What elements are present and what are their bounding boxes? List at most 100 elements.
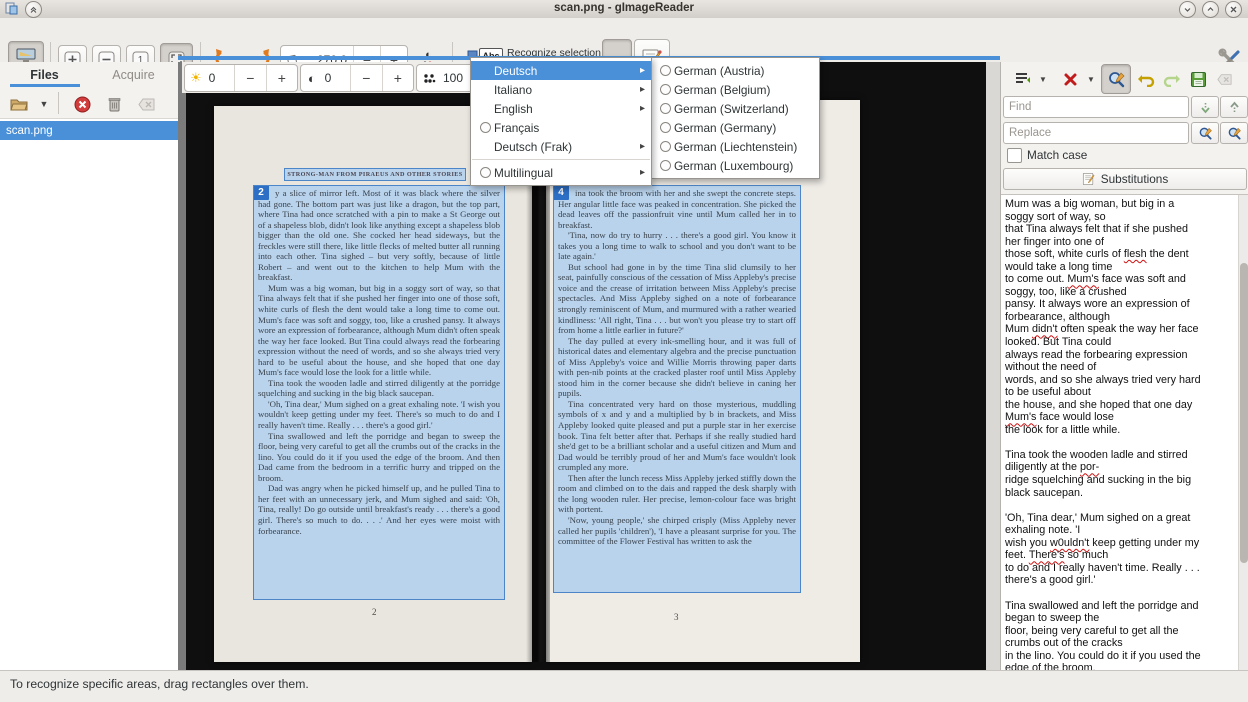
redo-button[interactable] xyxy=(1159,66,1185,92)
toolbar-separator xyxy=(58,92,59,114)
find-replace-toggle[interactable] xyxy=(1101,64,1131,94)
window-title: scan.png - gImageReader xyxy=(0,2,1248,14)
language-menu-item[interactable]: Deutsch (Frak)▸ xyxy=(471,137,651,156)
contrast-decrease[interactable]: − xyxy=(350,65,381,91)
output-text[interactable]: Mum was a big woman, but big in a soggy … xyxy=(1005,198,1235,687)
tab-acquire[interactable]: Acquire xyxy=(89,62,178,87)
replace-input[interactable] xyxy=(1003,122,1189,144)
sources-panel: Files Acquire ▼ xyxy=(0,62,179,670)
replace-button[interactable] xyxy=(1191,122,1219,144)
contrast-increase[interactable]: + xyxy=(382,65,413,91)
substitutions-button[interactable]: Substitutions xyxy=(1003,168,1247,190)
output-scrollbar[interactable] xyxy=(1238,195,1248,671)
redo-icon xyxy=(1163,72,1181,87)
output-text-area[interactable]: Mum was a big woman, but big in a soggy … xyxy=(1001,194,1248,670)
scanned-paragraph: Tina swallowed and left the porridge and… xyxy=(258,431,500,484)
maximize-button[interactable] xyxy=(1202,1,1219,18)
scan-edge-strip xyxy=(986,62,1000,670)
selection-region-2[interactable]: 2 y a slice of mirror left. Most of it w… xyxy=(253,185,505,600)
substitutions-label: Substitutions xyxy=(1101,172,1169,186)
radio-icon xyxy=(480,167,491,178)
insert-mode-dropdown[interactable]: ▼ xyxy=(1035,66,1051,92)
menu-item-label: Deutsch xyxy=(494,64,635,78)
menu-item-label: German (Switzerland) xyxy=(674,102,813,116)
find-input[interactable] xyxy=(1003,96,1189,118)
clear-files-button[interactable] xyxy=(132,91,160,117)
submenu-arrow-icon: ▸ xyxy=(635,141,645,152)
language-menu-item[interactable]: English▸ xyxy=(471,99,651,118)
find-prev-button[interactable] xyxy=(1220,96,1248,118)
save-icon xyxy=(1190,71,1207,88)
scanned-paragraph: Tina concentrated very hard on those mys… xyxy=(558,399,796,473)
file-list-item[interactable]: scan.png xyxy=(0,121,178,140)
language-menu-item[interactable]: Français xyxy=(471,118,651,137)
output-toolbar: ▼ ▼ xyxy=(1001,62,1248,94)
menu-item-label: German (Austria) xyxy=(674,64,813,78)
selection-region-4[interactable]: 4 ina took the broom with her and she sw… xyxy=(553,185,801,593)
replace-all-icon xyxy=(1227,126,1242,141)
contrast-value[interactable]: 0 xyxy=(323,65,351,91)
radio-icon xyxy=(660,141,671,152)
language-submenu-item[interactable]: German (Liechtenstein) xyxy=(651,137,819,156)
add-images-button[interactable] xyxy=(4,91,34,117)
scanned-paragraph: The day pulled at every ink-smelling hou… xyxy=(558,336,796,399)
add-images-dropdown[interactable]: ▼ xyxy=(34,91,54,117)
menu-item-label: German (Germany) xyxy=(674,121,813,135)
output-panel: ▼ ▼ xyxy=(1000,62,1248,670)
clear-output-button[interactable] xyxy=(1211,66,1237,92)
right-page-number: 3 xyxy=(674,612,679,622)
language-menu-item[interactable]: Italiano▸ xyxy=(471,80,651,99)
delete-file-button[interactable] xyxy=(100,91,128,117)
match-case-checkbox[interactable] xyxy=(1007,148,1022,163)
trash-icon xyxy=(107,96,122,113)
strip-linebreaks-dropdown[interactable]: ▼ xyxy=(1083,66,1099,92)
left-page-text: y a slice of mirror left. Most of it was… xyxy=(254,186,504,538)
language-menu-item[interactable]: Deutsch▸ xyxy=(471,61,651,80)
language-submenu-german: German (Austria) German (Belgium) German (… xyxy=(650,57,820,179)
statusbar: To recognize specific areas, drag rectan… xyxy=(0,670,1248,702)
chevron-down-icon: ▼ xyxy=(1039,75,1047,84)
contrast-control: ◐ 0 − + xyxy=(300,64,414,92)
language-submenu-item[interactable]: German (Belgium) xyxy=(651,80,819,99)
strip-linebreaks-button[interactable] xyxy=(1057,66,1083,92)
menu-item-label: Français xyxy=(494,121,635,135)
minimize-button[interactable] xyxy=(1179,1,1196,18)
radio-icon xyxy=(660,103,671,114)
close-button[interactable] xyxy=(1225,1,1242,18)
radio-icon xyxy=(660,122,671,133)
right-page-text: ina took the broom with her and she swep… xyxy=(554,186,800,549)
header-selection-region[interactable]: STRONG-MAN FROM PIRAEUS AND OTHER STORIE… xyxy=(284,168,466,181)
brightness-decrease[interactable]: − xyxy=(234,65,265,91)
language-menu-item[interactable]: Multilingual▸ xyxy=(471,163,651,182)
remove-file-button[interactable] xyxy=(68,91,96,117)
red-x-icon xyxy=(1063,72,1078,87)
titlebar: scan.png - gImageReader xyxy=(0,0,1248,19)
language-submenu-item[interactable]: German (Switzerland) xyxy=(651,99,819,118)
save-output-button[interactable] xyxy=(1185,66,1211,92)
submenu-arrow-icon: ▸ xyxy=(635,84,645,95)
brightness-increase[interactable]: + xyxy=(266,65,297,91)
language-submenu-item[interactable]: German (Germany) xyxy=(651,118,819,137)
undo-button[interactable] xyxy=(1133,66,1159,92)
find-next-button[interactable] xyxy=(1191,96,1219,118)
scanned-paragraph: ina took the broom with her and she swep… xyxy=(558,188,796,230)
language-submenu-item[interactable]: German (Austria) xyxy=(651,61,819,80)
menu-item-label: Multilingual xyxy=(494,166,635,180)
language-submenu-item[interactable]: German (Luxembourg) xyxy=(651,156,819,175)
chevron-down-icon: ▼ xyxy=(1087,75,1095,84)
insert-mode-button[interactable] xyxy=(1009,66,1037,92)
replace-all-button[interactable] xyxy=(1220,122,1248,144)
output-scrollbar-thumb[interactable] xyxy=(1240,263,1248,563)
scanned-paragraph: 'Now, young people,' she chirped crisply… xyxy=(558,515,796,547)
running-header-text: STRONG-MAN FROM PIRAEUS AND OTHER STORIE… xyxy=(287,171,462,178)
submenu-arrow-icon: ▸ xyxy=(635,167,645,178)
substitutions-icon xyxy=(1082,172,1096,186)
scanned-paragraph: But school had gone in by the time Tina … xyxy=(558,262,796,336)
menu-item-label: German (Liechtenstein) xyxy=(674,140,813,154)
brightness-control: ☀ 0 − + xyxy=(184,64,298,92)
match-case-label: Match case xyxy=(1027,148,1087,162)
insert-mode-icon xyxy=(1014,71,1032,87)
brightness-value[interactable]: 0 xyxy=(207,65,235,91)
scanned-paragraph: Tina took the wooden ladle and stirred d… xyxy=(258,378,500,399)
find-replace-icon xyxy=(1107,70,1126,89)
